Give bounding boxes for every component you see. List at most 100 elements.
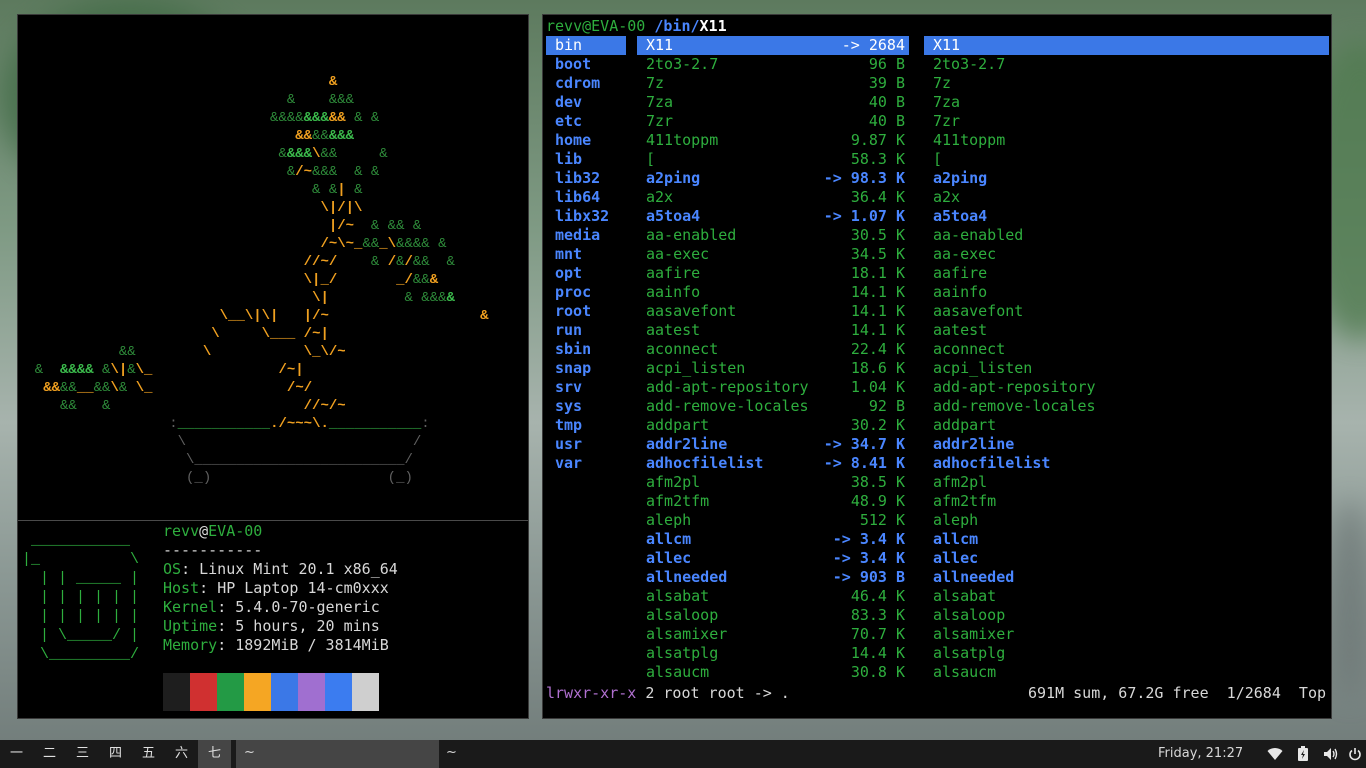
parent-dir-item[interactable]: proc bbox=[546, 283, 626, 302]
preview-item[interactable]: alsaloop bbox=[924, 606, 1329, 625]
file-item[interactable]: adhocfilelist -> 8.41 K bbox=[637, 454, 909, 473]
parent-dir-item[interactable]: lib32 bbox=[546, 169, 626, 188]
file-item[interactable]: aafire 18.1 K bbox=[637, 264, 909, 283]
parent-dir-item[interactable]: usr bbox=[546, 435, 626, 454]
preview-item[interactable]: aasavefont bbox=[924, 302, 1329, 321]
parent-dir-item[interactable]: var bbox=[546, 454, 626, 473]
workspace-button[interactable]: 六 bbox=[165, 740, 198, 768]
file-item[interactable]: allec -> 3.4 K bbox=[637, 549, 909, 568]
parent-dir-item[interactable]: etc bbox=[546, 112, 626, 131]
preview-item[interactable]: alsaucm bbox=[924, 663, 1329, 682]
workspace-button[interactable]: 二 bbox=[33, 740, 66, 768]
parent-dir-item[interactable]: boot bbox=[546, 55, 626, 74]
preview-item[interactable]: afm2pl bbox=[924, 473, 1329, 492]
parent-dir-item[interactable]: snap bbox=[546, 359, 626, 378]
file-item[interactable]: add-remove-locales 92 B bbox=[637, 397, 909, 416]
file-item[interactable]: X11 -> 2684 bbox=[637, 36, 909, 55]
wifi-icon[interactable] bbox=[1266, 740, 1284, 768]
task-terminal-2[interactable]: ~ bbox=[446, 740, 457, 766]
file-item[interactable]: aa-exec 34.5 K bbox=[637, 245, 909, 264]
file-item[interactable]: afm2pl 38.5 K bbox=[637, 473, 909, 492]
parent-dir-item[interactable]: dev bbox=[546, 93, 626, 112]
file-item[interactable]: allcm -> 3.4 K bbox=[637, 530, 909, 549]
file-item[interactable]: 2to3-2.7 96 B bbox=[637, 55, 909, 74]
parent-dir-item[interactable]: srv bbox=[546, 378, 626, 397]
preview-item[interactable]: addr2line bbox=[924, 435, 1329, 454]
workspace-button[interactable]: 一 bbox=[0, 740, 33, 768]
file-item[interactable]: alsatplg 14.4 K bbox=[637, 644, 909, 663]
preview-item[interactable]: aainfo bbox=[924, 283, 1329, 302]
power-icon[interactable] bbox=[1346, 740, 1364, 768]
file-item[interactable]: aleph 512 K bbox=[637, 511, 909, 530]
parent-dir-item[interactable]: home bbox=[546, 131, 626, 150]
parent-dir-item[interactable]: root bbox=[546, 302, 626, 321]
parent-dir-item[interactable]: bin bbox=[546, 36, 626, 55]
preview-item[interactable]: allec bbox=[924, 549, 1329, 568]
workspace-button[interactable]: 五 bbox=[132, 740, 165, 768]
preview-item[interactable]: alsatplg bbox=[924, 644, 1329, 663]
file-item[interactable]: 7zr 40 B bbox=[637, 112, 909, 131]
preview-item[interactable]: allneeded bbox=[924, 568, 1329, 587]
workspace-button[interactable]: 四 bbox=[99, 740, 132, 768]
neofetch-terminal[interactable]: & & &&& &&&&&&&&& & & &&&&&&& &&&&\&& & bbox=[17, 14, 529, 719]
parent-dir-item[interactable]: lib bbox=[546, 150, 626, 169]
preview-item[interactable]: 411toppm bbox=[924, 131, 1329, 150]
file-item[interactable]: alsabat 46.4 K bbox=[637, 587, 909, 606]
preview-item[interactable]: a2ping bbox=[924, 169, 1329, 188]
clock[interactable]: Friday, 21:27 bbox=[1158, 740, 1243, 768]
parent-dir-item[interactable]: lib64 bbox=[546, 188, 626, 207]
preview-item[interactable]: X11 bbox=[924, 36, 1329, 55]
preview-item[interactable]: aa-enabled bbox=[924, 226, 1329, 245]
file-item[interactable]: a2ping -> 98.3 K bbox=[637, 169, 909, 188]
preview-column[interactable]: X11 2to3-2.7 7z 7za 7zr 411toppm[a2ping a2x a5t… bbox=[924, 36, 1329, 682]
file-item[interactable]: aconnect 22.4 K bbox=[637, 340, 909, 359]
file-item[interactable]: aa-enabled 30.5 K bbox=[637, 226, 909, 245]
preview-item[interactable]: 7z bbox=[924, 74, 1329, 93]
preview-item[interactable]: aa-exec bbox=[924, 245, 1329, 264]
file-item[interactable]: aasavefont 14.1 K bbox=[637, 302, 909, 321]
preview-item[interactable]: alsabat bbox=[924, 587, 1329, 606]
file-item[interactable]: a5toa4 -> 1.07 K bbox=[637, 207, 909, 226]
file-item[interactable]: alsaloop 83.3 K bbox=[637, 606, 909, 625]
preview-item[interactable]: a2x bbox=[924, 188, 1329, 207]
parent-dir-item[interactable]: tmp bbox=[546, 416, 626, 435]
file-item[interactable]: alsaucm 30.8 K bbox=[637, 663, 909, 682]
parent-dir-item[interactable]: cdrom bbox=[546, 74, 626, 93]
preview-item[interactable]: add-apt-repository bbox=[924, 378, 1329, 397]
preview-item[interactable]: adhocfilelist bbox=[924, 454, 1329, 473]
file-item[interactable]: addpart 30.2 K bbox=[637, 416, 909, 435]
file-item[interactable]: add-apt-repository 1.04 K bbox=[637, 378, 909, 397]
file-item[interactable]: afm2tfm 48.9 K bbox=[637, 492, 909, 511]
battery-icon[interactable] bbox=[1294, 740, 1312, 768]
parent-dir-item[interactable]: sbin bbox=[546, 340, 626, 359]
preview-item[interactable]: 7za bbox=[924, 93, 1329, 112]
parent-dir-item[interactable]: opt bbox=[546, 264, 626, 283]
preview-item[interactable]: alsamixer bbox=[924, 625, 1329, 644]
preview-item[interactable]: 7zr bbox=[924, 112, 1329, 131]
parent-dir-item[interactable]: libx32 bbox=[546, 207, 626, 226]
preview-item[interactable]: aafire bbox=[924, 264, 1329, 283]
preview-item[interactable]: [ bbox=[924, 150, 1329, 169]
volume-icon[interactable] bbox=[1322, 740, 1340, 768]
file-item[interactable]: alsamixer 70.7 K bbox=[637, 625, 909, 644]
parent-dir-item[interactable]: sys bbox=[546, 397, 626, 416]
preview-item[interactable]: add-remove-locales bbox=[924, 397, 1329, 416]
preview-item[interactable]: a5toa4 bbox=[924, 207, 1329, 226]
parent-directory-column[interactable]: bin boot cdrom dev etc home lib lib32 lib64 libx3… bbox=[546, 36, 626, 473]
preview-item[interactable]: aconnect bbox=[924, 340, 1329, 359]
preview-item[interactable]: allcm bbox=[924, 530, 1329, 549]
preview-item[interactable]: aleph bbox=[924, 511, 1329, 530]
task-terminal-1[interactable]: ~ bbox=[236, 740, 439, 768]
preview-item[interactable]: acpi_listen bbox=[924, 359, 1329, 378]
preview-item[interactable]: afm2tfm bbox=[924, 492, 1329, 511]
file-item[interactable]: allneeded -> 903 B bbox=[637, 568, 909, 587]
file-item[interactable]: 411toppm 9.87 K bbox=[637, 131, 909, 150]
file-item[interactable]: aainfo 14.1 K bbox=[637, 283, 909, 302]
file-item[interactable]: acpi_listen 18.6 K bbox=[637, 359, 909, 378]
preview-item[interactable]: 2to3-2.7 bbox=[924, 55, 1329, 74]
file-item[interactable]: aatest 14.1 K bbox=[637, 321, 909, 340]
current-directory-column[interactable]: X11 -> 2684 2to3-2.7 96 B 7z 39 B 7za 40 B 7zr 40… bbox=[637, 36, 909, 682]
file-item[interactable]: a2x 36.4 K bbox=[637, 188, 909, 207]
file-item[interactable]: 7z 39 B bbox=[637, 74, 909, 93]
preview-item[interactable]: addpart bbox=[924, 416, 1329, 435]
